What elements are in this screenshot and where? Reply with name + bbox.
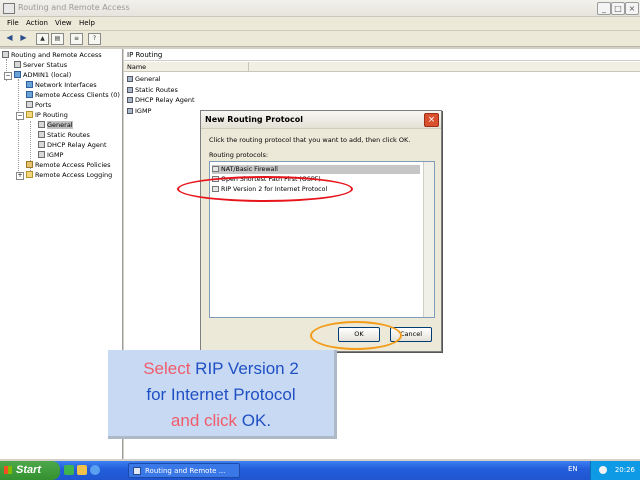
routing-protocols-list[interactable]: NAT/Basic Firewall Open Shortest Path Fi…	[209, 161, 435, 318]
menu-view[interactable]: View	[55, 19, 72, 27]
list-item[interactable]: General	[127, 74, 161, 84]
maximize-button[interactable]: □	[611, 2, 625, 15]
tree-general[interactable]: General	[38, 121, 73, 130]
menu-action[interactable]: Action	[26, 19, 48, 27]
internet-explorer-icon[interactable]	[90, 465, 100, 475]
server-status-icon	[14, 61, 21, 68]
export-list-icon[interactable]: ≡	[70, 33, 83, 45]
minimize-button[interactable]: _	[597, 2, 611, 15]
close-button[interactable]: ×	[625, 2, 639, 15]
tree-server-admin1[interactable]: − ADMIN1 (local)	[4, 71, 71, 80]
windows-logo-icon	[4, 466, 12, 474]
policies-icon	[26, 161, 33, 168]
show-hide-tree-icon[interactable]: ▤	[51, 33, 64, 45]
tree-ports[interactable]: Ports	[26, 101, 51, 110]
tree-static-routes[interactable]: Static Routes	[38, 131, 90, 140]
expand-icon[interactable]: +	[16, 172, 24, 180]
logging-icon	[26, 171, 33, 178]
toolbar: ◀ ▶ ▲ ▤ ≡ ?	[0, 31, 640, 47]
language-indicator[interactable]: EN	[568, 465, 578, 473]
column-header-name[interactable]: Name	[124, 62, 640, 72]
tree-ip-routing[interactable]: − IP Routing	[16, 111, 68, 120]
start-button[interactable]: Start	[0, 461, 60, 480]
tree-server-status[interactable]: Server Status	[14, 61, 67, 70]
taskbar: Start Routing and Remote ... EN 20:26	[0, 461, 640, 480]
forward-arrow-icon[interactable]: ▶	[18, 33, 29, 43]
protocol-rip-v2[interactable]: RIP Version 2 for Internet Protocol	[212, 185, 420, 194]
igmp-icon	[127, 108, 133, 114]
tutorial-callout: Select RIP Version 2 for Internet Protoc…	[108, 350, 337, 439]
clients-icon	[26, 91, 33, 98]
protocol-icon	[212, 186, 219, 192]
protocol-icon	[212, 176, 219, 182]
back-arrow-icon[interactable]: ◀	[4, 33, 15, 43]
network-interfaces-icon	[26, 81, 33, 88]
dialog-close-icon[interactable]: ×	[424, 113, 439, 127]
dialog-instruction: Click the routing protocol that you want…	[209, 136, 411, 144]
ports-icon	[26, 101, 33, 108]
clock[interactable]: 20:26	[615, 466, 635, 474]
window-title-bar[interactable]: Routing and Remote Access _ □ ×	[0, 0, 640, 17]
explorer-icon[interactable]	[77, 465, 87, 475]
static-routes-icon	[127, 87, 133, 93]
dhcp-relay-icon	[38, 141, 45, 148]
tree-root[interactable]: Routing and Remote Access	[2, 51, 102, 60]
routing-app-icon	[133, 467, 141, 475]
tree-remote-access-clients[interactable]: Remote Access Clients (0)	[26, 91, 120, 100]
dialog-title-bar[interactable]: New Routing Protocol ×	[201, 111, 441, 129]
tutorial-text: Select RIP Version 2 for Internet Protoc…	[143, 359, 299, 430]
tree-remote-access-policies[interactable]: Remote Access Policies	[26, 161, 111, 170]
window-title: Routing and Remote Access	[18, 3, 130, 12]
routing-server-icon	[2, 51, 9, 58]
list-scrollbar[interactable]	[423, 162, 434, 317]
dialog-title: New Routing Protocol	[205, 115, 304, 124]
tree-igmp[interactable]: IGMP	[38, 151, 63, 160]
server-icon	[14, 71, 21, 78]
console-tree: Routing and Remote Access Server Status …	[0, 49, 123, 459]
protocol-nat-basic-firewall[interactable]: NAT/Basic Firewall	[212, 165, 420, 174]
general-icon	[127, 76, 133, 82]
protocol-ospf[interactable]: Open Shortest Path First (OSPF)	[212, 175, 420, 184]
new-routing-protocol-dialog: New Routing Protocol × Click the routing…	[200, 110, 442, 352]
system-tray: 20:26	[590, 461, 640, 480]
help-icon[interactable]: ?	[88, 33, 101, 45]
dhcp-relay-icon	[127, 97, 133, 103]
up-folder-icon[interactable]: ▲	[36, 33, 49, 45]
taskbar-item-routing[interactable]: Routing and Remote ...	[128, 463, 240, 478]
protocol-icon	[212, 166, 219, 172]
tree-remote-access-logging[interactable]: + Remote Access Logging	[16, 171, 112, 180]
ip-routing-icon	[26, 111, 33, 118]
igmp-icon	[38, 151, 45, 158]
network-tray-icon[interactable]	[599, 466, 607, 474]
tree-dhcp-relay-agent[interactable]: DHCP Relay Agent	[38, 141, 107, 150]
routing-protocols-label: Routing protocols:	[209, 151, 269, 159]
ok-button[interactable]: OK	[338, 327, 380, 342]
list-item[interactable]: DHCP Relay Agent	[127, 95, 195, 105]
app-icon	[3, 3, 15, 14]
menu-help[interactable]: Help	[79, 19, 95, 27]
general-icon	[38, 121, 45, 128]
menu-file[interactable]: File	[7, 19, 19, 27]
show-desktop-icon[interactable]	[64, 465, 74, 475]
collapse-icon[interactable]: −	[4, 72, 12, 80]
list-item[interactable]: IGMP	[127, 106, 151, 116]
menu-bar: File Action View Help	[0, 17, 640, 31]
collapse-icon[interactable]: −	[16, 112, 24, 120]
tree-network-interfaces[interactable]: Network Interfaces	[26, 81, 97, 90]
details-header: IP Routing	[124, 49, 640, 61]
static-routes-icon	[38, 131, 45, 138]
list-item[interactable]: Static Routes	[127, 85, 178, 95]
cancel-button[interactable]: Cancel	[390, 327, 432, 342]
